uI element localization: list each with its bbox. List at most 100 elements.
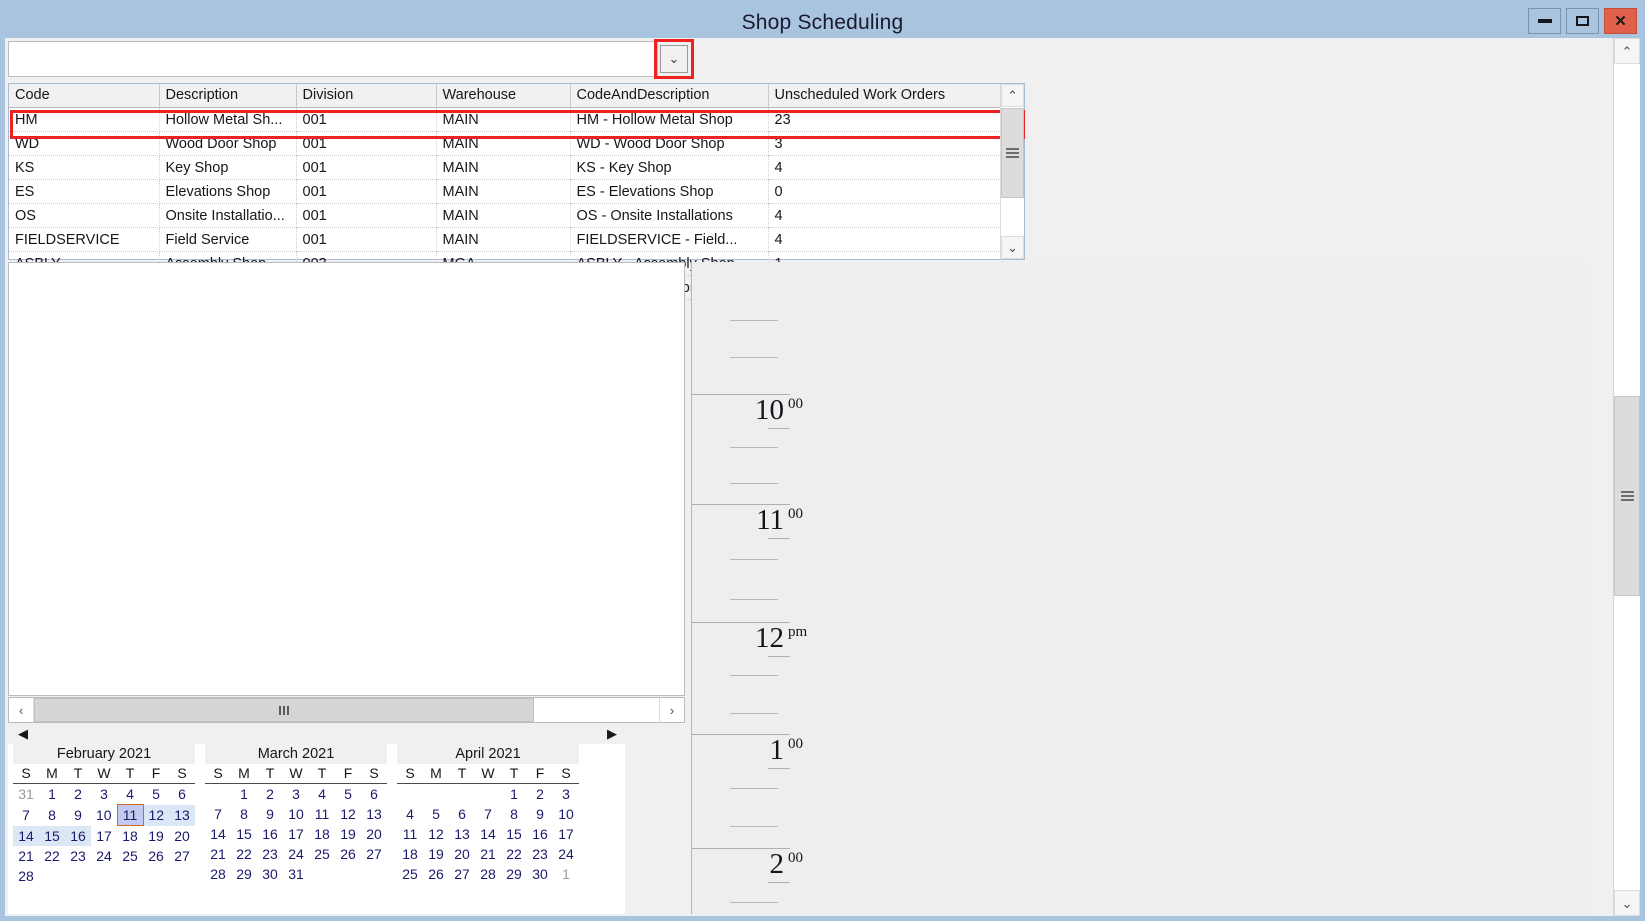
calendar-day[interactable]: 30 bbox=[257, 864, 283, 884]
grid-scroll-down-icon[interactable]: ⌄ bbox=[1001, 236, 1024, 259]
calendar-day[interactable]: 12 bbox=[143, 804, 169, 826]
calendar-day[interactable]: 24 bbox=[91, 846, 117, 866]
shop-combo-input[interactable] bbox=[8, 41, 658, 77]
table-row[interactable]: ES Elevations Shop 001 MAIN ES - Elevati… bbox=[9, 179, 1003, 204]
calendar-day[interactable]: 2 bbox=[65, 784, 91, 805]
form-vertical-scrollbar[interactable]: ⌃ ⌄ bbox=[1613, 38, 1640, 916]
calendar-day[interactable]: 26 bbox=[423, 864, 449, 884]
calendar-day[interactable]: 1 bbox=[231, 784, 257, 805]
calendar-day[interactable]: 24 bbox=[283, 844, 309, 864]
grid-scrollbar-thumb[interactable] bbox=[1001, 108, 1024, 198]
calendar-day[interactable]: 25 bbox=[309, 844, 335, 864]
calendar-day[interactable]: 1 bbox=[39, 784, 65, 805]
calendar-day[interactable]: 12 bbox=[335, 804, 361, 824]
prev-month-icon[interactable]: ◀ bbox=[18, 726, 28, 742]
calendar-day[interactable]: 20 bbox=[361, 824, 387, 844]
calendar-day[interactable]: 27 bbox=[169, 846, 195, 866]
calendar-day[interactable]: 29 bbox=[231, 864, 257, 884]
calendar-day[interactable]: 5 bbox=[423, 804, 449, 824]
calendar-day[interactable]: 15 bbox=[39, 825, 65, 846]
column-header-warehouse[interactable]: Warehouse bbox=[436, 84, 571, 108]
calendar-day[interactable]: 28 bbox=[475, 864, 501, 884]
calendar-day[interactable]: 5 bbox=[335, 784, 361, 805]
calendar-day[interactable]: 1 bbox=[501, 784, 527, 805]
column-header-code[interactable]: Code bbox=[9, 84, 160, 108]
calendar-day[interactable]: 8 bbox=[231, 804, 257, 824]
calendar-day[interactable]: 21 bbox=[475, 844, 501, 864]
calendar-day[interactable]: 26 bbox=[143, 846, 169, 866]
calendar-day[interactable]: 4 bbox=[117, 784, 143, 805]
calendar-day[interactable]: 10 bbox=[283, 804, 309, 824]
calendar-day[interactable]: 22 bbox=[39, 846, 65, 866]
calendar-day[interactable]: 1 bbox=[553, 864, 579, 884]
table-row[interactable]: KS Key Shop 001 MAIN KS - Key Shop 4 bbox=[9, 155, 1003, 180]
maximize-button[interactable] bbox=[1566, 8, 1599, 34]
calendar-day[interactable]: 11 bbox=[397, 824, 423, 844]
calendar-day[interactable]: 3 bbox=[91, 784, 117, 805]
calendar-day[interactable]: 2 bbox=[257, 784, 283, 805]
calendar-day[interactable]: 13 bbox=[361, 804, 387, 824]
calendar-day[interactable]: 29 bbox=[501, 864, 527, 884]
calendar-day[interactable]: 12 bbox=[423, 824, 449, 844]
calendar-day[interactable]: 2 bbox=[527, 784, 553, 805]
table-row[interactable]: OS Onsite Installatio... 001 MAIN OS - O… bbox=[9, 203, 1003, 228]
table-row[interactable]: HM Hollow Metal Sh... 001 MAIN HM - Holl… bbox=[9, 107, 1003, 132]
calendar-day[interactable]: 10 bbox=[91, 805, 117, 826]
chevron-down-icon[interactable]: ⌄ bbox=[660, 45, 688, 73]
calendar-day[interactable]: 13 bbox=[169, 804, 195, 826]
calendar-day[interactable]: 4 bbox=[309, 784, 335, 805]
table-row[interactable]: WD Wood Door Shop 001 MAIN WD - Wood Doo… bbox=[9, 131, 1003, 156]
calendar-day[interactable]: 26 bbox=[335, 844, 361, 864]
close-button[interactable]: ✕ bbox=[1604, 8, 1637, 34]
form-scrollbar-thumb[interactable] bbox=[1614, 396, 1640, 596]
calendar-day[interactable]: 6 bbox=[449, 804, 475, 824]
calendar-day[interactable]: 20 bbox=[449, 844, 475, 864]
calendar-day[interactable]: 17 bbox=[91, 826, 117, 847]
calendar-day[interactable]: 27 bbox=[449, 864, 475, 884]
calendar-day[interactable]: 8 bbox=[39, 805, 65, 826]
calendar-day[interactable]: 16 bbox=[257, 824, 283, 844]
calendar-day[interactable]: 13 bbox=[449, 824, 475, 844]
calendar-day[interactable]: 19 bbox=[143, 826, 169, 847]
hscroll-track[interactable] bbox=[34, 698, 659, 722]
calendar-day[interactable]: 15 bbox=[501, 824, 527, 844]
calendar-day[interactable]: 24 bbox=[553, 844, 579, 864]
calendar-day[interactable]: 14 bbox=[13, 825, 39, 846]
calendar-day[interactable]: 9 bbox=[257, 804, 283, 824]
scroll-right-icon[interactable]: › bbox=[659, 698, 684, 722]
calendar-day[interactable]: 14 bbox=[475, 824, 501, 844]
calendar-day[interactable]: 23 bbox=[65, 846, 91, 866]
calendar-day[interactable]: 31 bbox=[13, 784, 39, 805]
grid-scroll-up-icon[interactable]: ⌃ bbox=[1001, 84, 1024, 107]
calendar-day[interactable]: 7 bbox=[205, 804, 231, 824]
calendar-day[interactable]: 28 bbox=[13, 866, 39, 886]
calendar-day[interactable]: 28 bbox=[205, 864, 231, 884]
grid-vertical-scrollbar[interactable]: ⌃ ⌄ bbox=[1000, 84, 1024, 259]
calendar-day[interactable]: 31 bbox=[283, 864, 309, 884]
calendar-day[interactable]: 25 bbox=[117, 846, 143, 866]
calendar-day[interactable]: 23 bbox=[257, 844, 283, 864]
calendar-day[interactable]: 20 bbox=[169, 826, 195, 847]
schedule-canvas[interactable] bbox=[8, 262, 685, 696]
calendar-day[interactable]: 6 bbox=[361, 784, 387, 805]
column-header-unscheduled-work-orders[interactable]: Unscheduled Work Orders bbox=[768, 84, 1003, 108]
calendar-day[interactable]: 8 bbox=[501, 804, 527, 824]
calendar-day[interactable]: 15 bbox=[231, 824, 257, 844]
calendar-day[interactable]: 7 bbox=[13, 805, 39, 826]
minimize-button[interactable] bbox=[1528, 8, 1561, 34]
calendar-day[interactable]: 30 bbox=[527, 864, 553, 884]
calendar-day[interactable]: 21 bbox=[13, 846, 39, 866]
calendar-day[interactable]: 17 bbox=[283, 824, 309, 844]
calendar-day[interactable]: 5 bbox=[143, 784, 169, 805]
calendar-day[interactable]: 11 bbox=[309, 804, 335, 824]
scroll-down-icon[interactable]: ⌄ bbox=[1614, 890, 1640, 916]
calendar-day[interactable]: 21 bbox=[205, 844, 231, 864]
calendar-day[interactable]: 9 bbox=[527, 804, 553, 824]
calendar-day[interactable]: 18 bbox=[309, 824, 335, 844]
column-header-code-and-description[interactable]: CodeAndDescription bbox=[570, 84, 769, 108]
column-header-description[interactable]: Description bbox=[159, 84, 297, 108]
scroll-left-icon[interactable]: ‹ bbox=[9, 698, 34, 722]
calendar-day[interactable]: 25 bbox=[397, 864, 423, 884]
calendar-day[interactable]: 6 bbox=[169, 784, 195, 805]
scroll-up-icon[interactable]: ⌃ bbox=[1614, 38, 1640, 64]
